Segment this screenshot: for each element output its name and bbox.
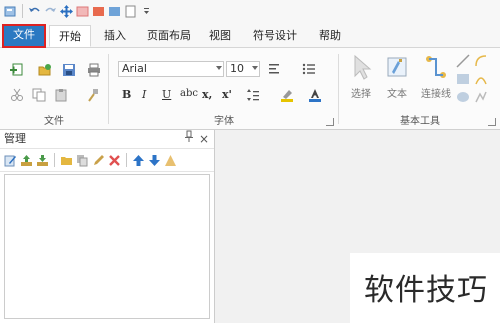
delete-icon[interactable] <box>108 154 121 167</box>
align-icon[interactable] <box>268 62 282 76</box>
print-icon[interactable] <box>87 63 101 77</box>
import-up-icon[interactable] <box>20 154 33 167</box>
warning-icon[interactable] <box>164 154 177 167</box>
move-up-icon[interactable] <box>132 154 145 167</box>
copy-page-icon[interactable] <box>76 154 89 167</box>
bullets-icon[interactable] <box>302 62 316 76</box>
basic-tools-group: 选择 文本 连接线 基本工具 <box>340 48 500 130</box>
move-down-icon[interactable] <box>148 154 161 167</box>
tab-help[interactable]: 帮助 <box>310 25 350 47</box>
save-icon[interactable] <box>62 63 76 77</box>
pointer-icon <box>354 54 372 80</box>
paste-icon[interactable] <box>54 88 68 102</box>
file-group-label: 文件 <box>44 116 64 127</box>
cut-icon[interactable] <box>10 88 24 102</box>
divider <box>108 54 109 124</box>
ribbon: 文件 Arial 10 B I U abc x, x' 字体 选择 文本 连接线… <box>0 48 500 130</box>
divider <box>54 153 55 167</box>
page-icon[interactable] <box>124 5 137 18</box>
subscript-button[interactable]: x, <box>202 88 212 101</box>
underline-button[interactable]: U <box>162 88 171 101</box>
pencil-icon[interactable] <box>92 154 105 167</box>
italic-button[interactable]: I <box>142 88 146 101</box>
divider <box>22 4 23 18</box>
font-color-icon[interactable] <box>308 88 322 102</box>
font-group: Arial 10 B I U abc x, x' 字体 <box>110 48 338 130</box>
image-export-icon[interactable] <box>108 5 121 18</box>
divider <box>126 153 127 167</box>
superscript-button[interactable]: x' <box>222 88 232 101</box>
connector-tool-label: 连接线 <box>421 89 451 100</box>
customize-qat-icon[interactable] <box>140 5 153 18</box>
font-size-arrow <box>226 61 260 77</box>
watermark-text: 软件技巧 <box>364 273 488 308</box>
connector-icon <box>426 56 446 78</box>
move-icon[interactable] <box>60 4 73 18</box>
font-name-arrow <box>118 61 224 77</box>
select-tool[interactable]: 选择 <box>346 54 376 100</box>
tab-file[interactable]: 文件 <box>2 24 46 48</box>
line-shape-icon[interactable] <box>456 54 470 68</box>
font-dialog-launcher-icon[interactable] <box>326 118 334 126</box>
edit-page-icon[interactable] <box>4 154 17 167</box>
text-tool[interactable]: 文本 <box>382 54 412 100</box>
font-group-label: 字体 <box>214 116 234 127</box>
tab-insert[interactable]: 插入 <box>96 25 134 47</box>
select-tool-label: 选择 <box>351 89 371 100</box>
redo-icon[interactable] <box>44 5 57 18</box>
quick-access-toolbar <box>0 0 500 22</box>
panel-header: 管理 × <box>0 130 214 149</box>
text-box-icon <box>387 57 407 77</box>
pdf-icon[interactable] <box>92 5 105 18</box>
watermark: 软件技巧 <box>350 253 500 323</box>
panel-title: 管理 <box>4 132 26 145</box>
open-icon[interactable] <box>38 63 52 77</box>
app-icon <box>4 6 16 16</box>
line-spacing-icon[interactable] <box>246 88 260 102</box>
export-down-icon[interactable] <box>36 154 49 167</box>
manage-panel: 管理 × <box>0 130 215 323</box>
tab-page-layout[interactable]: 页面布局 <box>140 25 198 47</box>
rectangle-shape-icon[interactable] <box>456 72 470 86</box>
text-tool-label: 文本 <box>387 89 407 100</box>
ribbon-tabs: 文件 开始 插入 页面布局 视图 符号设计 帮助 <box>0 22 500 48</box>
highlight-color-icon[interactable] <box>280 88 294 102</box>
folder-icon[interactable] <box>60 154 73 167</box>
bold-button[interactable]: B <box>122 88 131 101</box>
undo-icon[interactable] <box>28 5 41 18</box>
export-icon[interactable] <box>76 5 89 18</box>
curve-shape-icon[interactable] <box>474 54 488 68</box>
pin-icon[interactable] <box>184 130 194 149</box>
file-group: 文件 <box>0 48 108 130</box>
divider <box>338 54 339 124</box>
copy-icon[interactable] <box>32 88 46 102</box>
tab-symbol-design[interactable]: 符号设计 <box>246 25 304 47</box>
connector-tool[interactable]: 连接线 <box>418 54 454 100</box>
new-document-icon[interactable] <box>10 63 24 77</box>
strikethrough-button[interactable]: abc <box>180 88 198 99</box>
ellipse-shape-icon[interactable] <box>456 90 470 104</box>
basic-tools-dialog-launcher-icon[interactable] <box>488 118 496 126</box>
format-painter-icon[interactable] <box>86 88 100 102</box>
panel-toolbar <box>0 149 214 172</box>
tab-view[interactable]: 视图 <box>202 25 238 47</box>
panel-content[interactable] <box>4 174 210 319</box>
freeform-shape-icon[interactable] <box>474 90 488 104</box>
tab-home[interactable]: 开始 <box>49 25 91 47</box>
basic-tools-group-label: 基本工具 <box>400 116 440 127</box>
close-icon[interactable]: × <box>199 130 209 148</box>
arc-shape-icon[interactable] <box>474 72 488 86</box>
